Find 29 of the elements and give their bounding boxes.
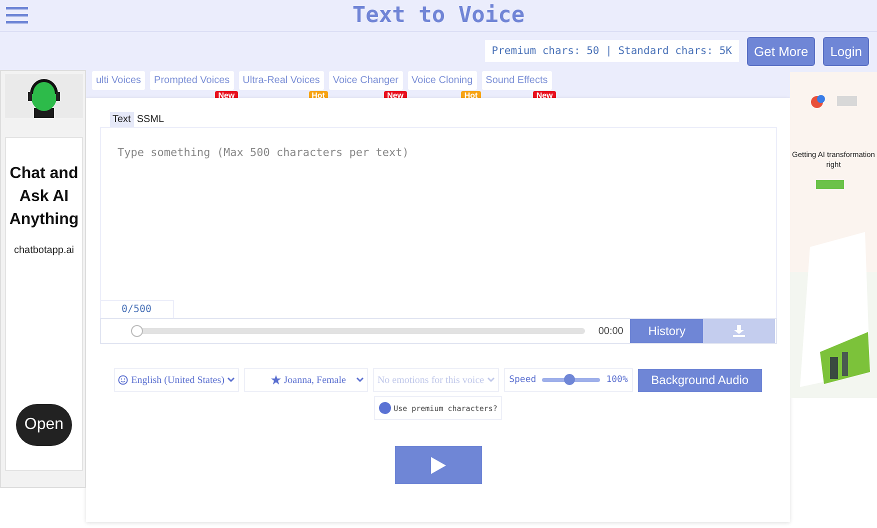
get-more-button[interactable]: Get More [747, 36, 816, 66]
download-icon [733, 325, 746, 337]
caret-icon [356, 377, 364, 383]
play-button[interactable] [394, 446, 482, 484]
ad-headline: Chat and Ask AI Anything [8, 164, 80, 230]
speed-thumb[interactable] [564, 374, 576, 385]
progress-thumb[interactable] [130, 325, 142, 337]
ad-url: chatbotapp.ai [14, 245, 74, 256]
language-select[interactable]: English (United States) [114, 368, 240, 392]
editor-tab[interactable]: Text [110, 112, 134, 127]
star-icon [270, 375, 281, 385]
caret-icon [487, 377, 496, 383]
background-audio-button[interactable]: Background Audio [638, 368, 762, 392]
mode-tab[interactable]: ulti Voices [92, 71, 146, 90]
play-icon [430, 456, 446, 474]
menu-icon[interactable] [6, 6, 28, 24]
page-title: Text to Voice [352, 3, 525, 28]
smiley-icon [118, 375, 128, 385]
playback-time: 00:00 [598, 326, 624, 336]
download-button[interactable] [703, 319, 776, 343]
character-counter: 0/500 [100, 300, 174, 318]
text-editor[interactable]: Type something (Max 500 characters per text) 0/500 [100, 127, 776, 318]
open-button[interactable]: Open [16, 404, 72, 446]
caret-icon [227, 377, 236, 383]
voice-select[interactable]: Joanna, Female [244, 368, 368, 392]
character-usage: Premium chars: 50 | Standard chars: 5K [484, 40, 739, 62]
history-button[interactable]: History [630, 319, 704, 343]
speed-control[interactable]: Speed 100% [504, 368, 633, 392]
login-button[interactable]: Login [823, 36, 869, 66]
